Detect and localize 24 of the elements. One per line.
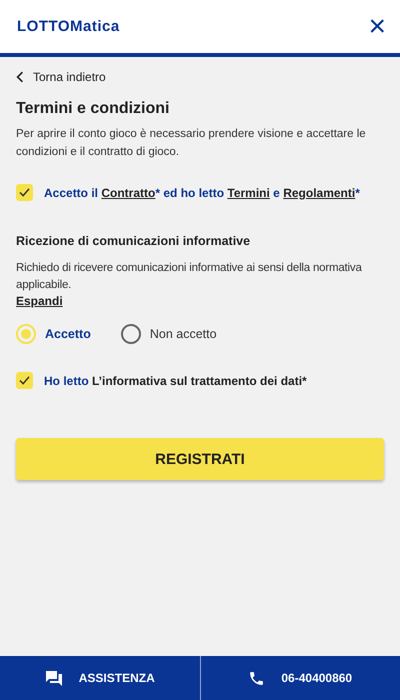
page-title: Termini e condizioni: [16, 100, 170, 118]
link[interactable]: Termini: [227, 186, 270, 200]
back-link[interactable]: Torna indietro: [16, 70, 106, 84]
checkbox[interactable]: [16, 184, 33, 201]
consent-label: Ho letto L’informativa sul trattamento dei dati*: [44, 374, 307, 388]
expand-link[interactable]: Espandi: [16, 294, 63, 308]
radio-option[interactable]: Accetto: [16, 324, 91, 344]
logo[interactable]: LOTTOMatica: [17, 18, 120, 35]
consent-label: Accetto il Contratto* ed ho letto Termini e Regolamenti*: [44, 186, 360, 200]
checkbox[interactable]: [16, 372, 33, 389]
link[interactable]: Contratto: [101, 186, 156, 200]
phone-icon: [248, 670, 266, 686]
checkmark-icon: [19, 376, 30, 385]
section-text: Richiedo di ricevere comunicazioni informative ai sensi della normativa applicabile.: [16, 261, 363, 293]
section-heading: Ricezione di comunicazioni informative: [16, 234, 252, 248]
intro-text: Per aprire il conto gioco è necessario prendere visione e accettare le condizioni e il contratto di gioco.: [16, 127, 367, 160]
link[interactable]: Regolamenti: [283, 186, 356, 200]
register-button[interactable]: REGISTRATI: [16, 438, 384, 480]
radio-option[interactable]: Non accetto: [120, 324, 217, 344]
radio-button[interactable]: [120, 324, 141, 344]
close-button[interactable]: ×: [368, 12, 386, 42]
chat-icon: [44, 670, 63, 686]
chevron-left-icon: [16, 71, 24, 83]
checkmark-icon: [19, 188, 30, 197]
